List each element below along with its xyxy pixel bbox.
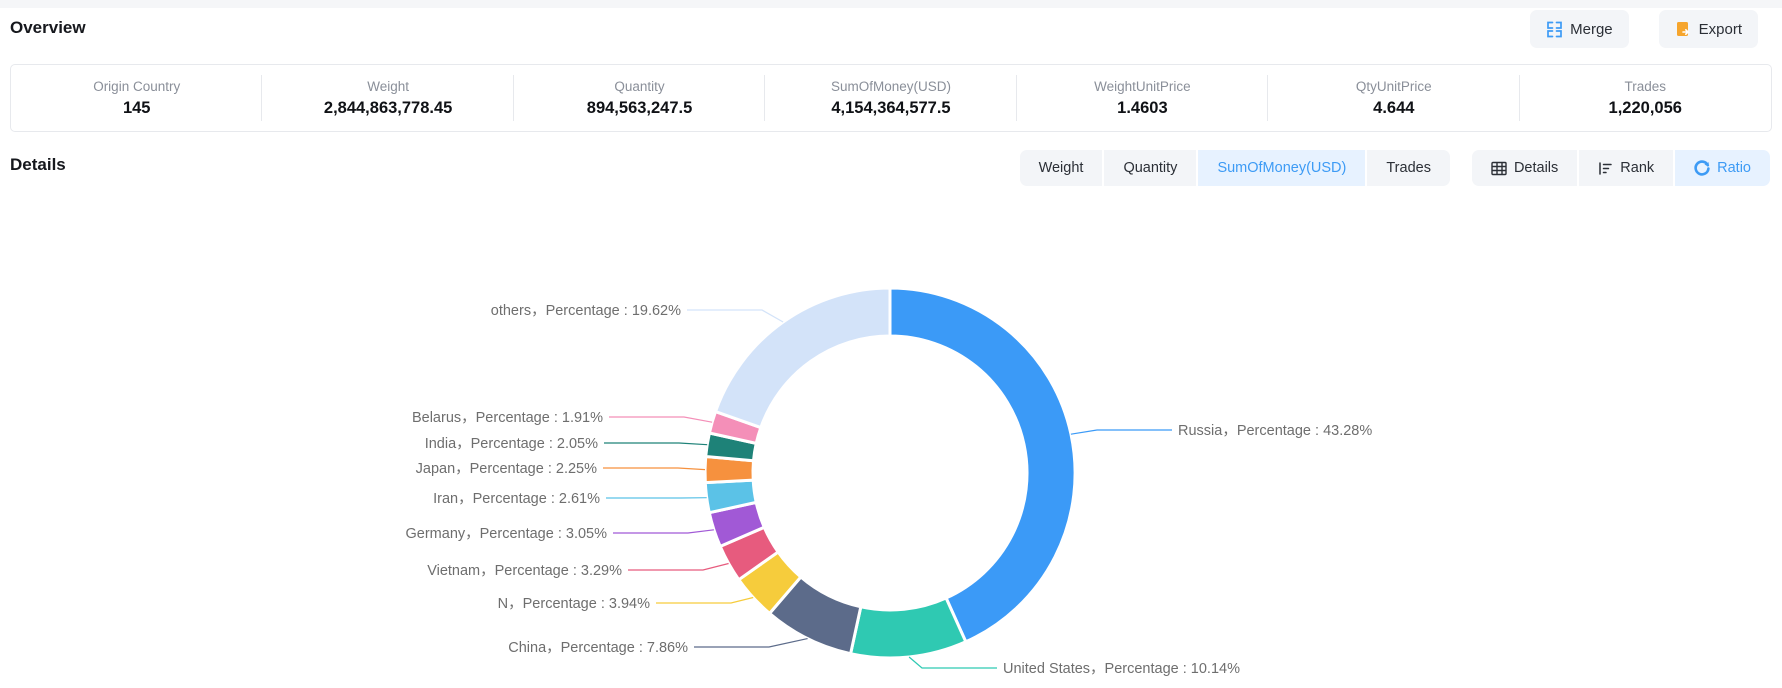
donut-slice-united-states[interactable] (851, 598, 966, 658)
label-line-belarus (609, 417, 712, 422)
label-line-china (694, 639, 808, 647)
label-line-united-states (909, 657, 997, 668)
slice-label-n: N，Percentage : 3.94% (498, 596, 650, 612)
slice-label-iran: Iran，Percentage : 2.61% (433, 491, 600, 507)
label-line-russia (1071, 430, 1172, 434)
donut-slice-russia[interactable] (890, 288, 1075, 642)
ratio-donut-chart: Russia，Percentage : 43.28% United States，… (0, 0, 1782, 688)
slice-label-others: others，Percentage : 19.62% (491, 303, 681, 319)
label-line-others (687, 310, 783, 322)
slice-label-germany: Germany，Percentage : 3.05% (406, 526, 608, 542)
slice-label-belarus: Belarus，Percentage : 1.91% (412, 410, 603, 426)
label-line-india (604, 443, 707, 445)
label-line-germany (613, 530, 714, 533)
donut-slice-others[interactable] (716, 288, 891, 428)
label-line-japan (603, 468, 705, 470)
slice-label-japan: Japan，Percentage : 2.25% (416, 461, 597, 477)
slice-label-india: India，Percentage : 2.05% (425, 436, 598, 452)
slice-label-russia: Russia，Percentage : 43.28% (1178, 423, 1372, 439)
slice-label-united-states: United States，Percentage : 10.14% (1003, 661, 1240, 677)
dashboard-page: Overview Merge Export (0, 0, 1782, 688)
slice-label-china: China，Percentage : 7.86% (508, 640, 688, 656)
slice-label-vietnam: Vietnam，Percentage : 3.29% (427, 563, 622, 579)
label-line-vietnam (628, 564, 729, 571)
label-line-n (656, 598, 753, 604)
